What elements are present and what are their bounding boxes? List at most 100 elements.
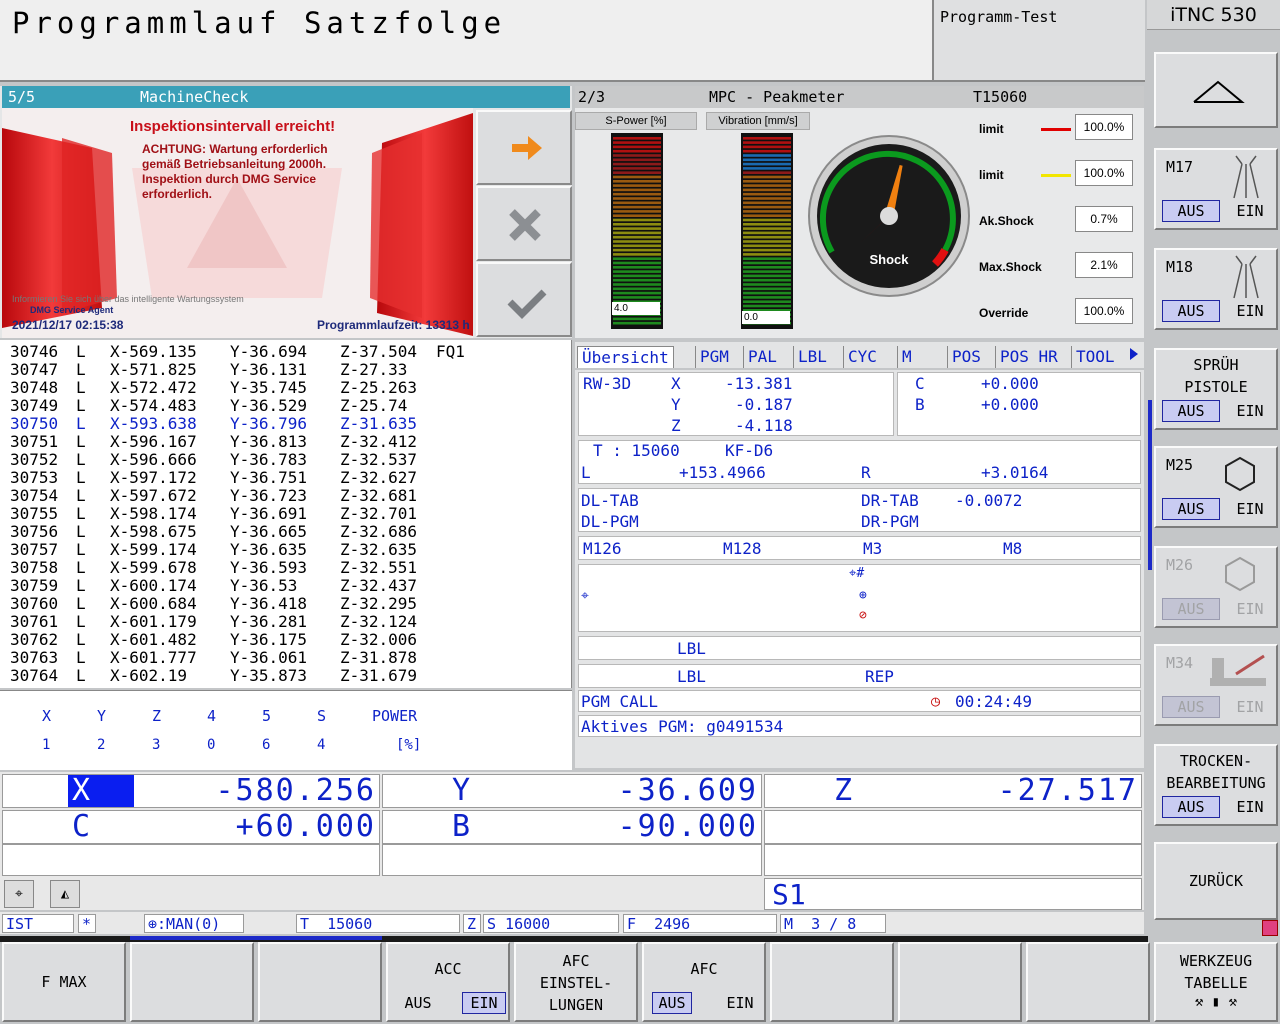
program-cell-n: 30758: [10, 558, 59, 577]
tab-pos-hr[interactable]: POS HR: [995, 346, 1062, 368]
y-label: Y: [671, 395, 681, 414]
program-line[interactable]: 30753 L X-597.172 Y-36.751 Z-32.627: [10, 469, 565, 487]
tilt-plane-icon[interactable]: ◭: [50, 880, 80, 908]
program-cell-y: Y-36.723: [230, 486, 308, 505]
back-softkey[interactable]: ZURÜCK: [1154, 842, 1278, 920]
program-line[interactable]: 30747 L X-571.825 Y-36.131 Z-27.33: [10, 361, 565, 379]
program-line[interactable]: 30762 L X-601.482 Y-36.175 Z-32.006: [10, 631, 565, 649]
peakmeter-segment: [613, 291, 661, 295]
pos-x-value: -580.256: [215, 773, 376, 808]
status-overview: RW-3D X -13.381 Y -0.187 Z -4.118 C +0.0…: [575, 370, 1144, 768]
axis-summary-value: 0: [207, 737, 216, 753]
tab-pos[interactable]: POS: [947, 346, 985, 368]
fmax-softkey[interactable]: F MAX: [2, 942, 126, 1022]
program-line[interactable]: 30757 L X-599.174 Y-36.635 Z-32.635: [10, 541, 565, 559]
program-line[interactable]: 30760 L X-600.684 Y-36.418 Z-32.295: [10, 595, 565, 613]
tab-pgm[interactable]: PGM: [695, 346, 733, 368]
afc-softkey[interactable]: AFC AUS EIN: [642, 942, 766, 1022]
m26-softkey[interactable]: M26 AUS EIN: [1154, 546, 1278, 628]
tab-scroll-right-icon[interactable]: [1130, 348, 1138, 360]
program-line[interactable]: 30748 L X-572.472 Y-35.745 Z-25.263: [10, 379, 565, 397]
program-line[interactable]: 30754 L X-597.672 Y-36.723 Z-32.681: [10, 487, 565, 505]
header: Programmlauf Satzfolge: [0, 0, 932, 82]
peakmeter-segment: [613, 317, 661, 321]
tab-pal[interactable]: PAL: [743, 346, 781, 368]
program-cell-t: L: [76, 630, 86, 649]
program-line[interactable]: 30755 L X-598.174 Y-36.691 Z-32.701: [10, 505, 565, 523]
program-cell-z: Z-32.412: [340, 432, 418, 451]
program-cell-t: L: [76, 342, 86, 361]
pos-y-label: Y: [452, 773, 471, 808]
dry-ein: EIN: [1236, 798, 1264, 816]
datum-icon[interactable]: ⌖: [4, 880, 34, 908]
spray-gun-softkey[interactable]: SPRÜH PISTOLE AUS EIN: [1154, 348, 1278, 430]
tool-name: KF-D6: [725, 441, 774, 460]
empty-softkey-2[interactable]: [130, 942, 254, 1022]
program-cell-y: Y-36.751: [230, 468, 308, 487]
tab-übersicht[interactable]: Übersicht: [577, 346, 674, 368]
acc-softkey[interactable]: ACC AUS EIN: [386, 942, 510, 1022]
program-line[interactable]: 30749 L X-574.483 Y-36.529 Z-25.74: [10, 397, 565, 415]
next-button[interactable]: [476, 110, 572, 185]
tab-cyc[interactable]: CYC: [843, 346, 881, 368]
program-line[interactable]: 30759 L X-600.174 Y-36.53 Z-32.437: [10, 577, 565, 595]
program-cell-t: L: [76, 360, 86, 379]
pgm-call-label: PGM CALL: [581, 692, 659, 711]
program-line[interactable]: 30763 L X-601.777 Y-36.061 Z-31.878: [10, 649, 565, 667]
peakmeter-segment: [613, 287, 661, 291]
program-cell-t: L: [76, 576, 86, 595]
empty-softkey-8[interactable]: [898, 942, 1022, 1022]
program-line-active[interactable]: 30750 L X-593.638 Y-36.796 Z-31.635: [10, 415, 565, 433]
peakmeter-segment: [743, 188, 791, 192]
afc-settings-softkey[interactable]: AFC EINSTEL- LUNGEN: [514, 942, 638, 1022]
m17-softkey[interactable]: M17 AUS EIN: [1154, 148, 1278, 230]
program-cell-z: Z-32.686: [340, 522, 418, 541]
program-line[interactable]: 30751 L X-596.167 Y-36.813 Z-32.412: [10, 433, 565, 451]
empty-softkey-7[interactable]: [770, 942, 894, 1022]
blow-off-icon: [1210, 654, 1266, 686]
override-label: Override: [979, 306, 1029, 320]
program-line[interactable]: 30756 L X-598.675 Y-36.665 Z-32.686: [10, 523, 565, 541]
program-cell-x: X-597.672: [110, 486, 197, 505]
coolant-nozzle-icon: [1233, 155, 1259, 199]
m34-softkey[interactable]: M34 AUS EIN: [1154, 644, 1278, 726]
confirm-button[interactable]: [476, 262, 572, 337]
reject-button[interactable]: [476, 186, 572, 261]
peakmeter-segment: [613, 205, 661, 209]
program-cell-n: 30762: [10, 630, 59, 649]
program-cell-t: L: [76, 432, 86, 451]
program-cell-z: Z-32.551: [340, 558, 418, 577]
page-up-softkey[interactable]: [1154, 52, 1278, 128]
peakmeter-segment: [743, 287, 791, 291]
mpc-peakmeter-panel: 2/3 MPC - Peakmeter T15060 S-Power [%] V…: [575, 86, 1144, 338]
empty-softkey-3[interactable]: [258, 942, 382, 1022]
ak-shock-value: 0.7%: [1075, 206, 1133, 232]
empty-softkey-9[interactable]: [1026, 942, 1150, 1022]
m25-softkey[interactable]: M25 AUS EIN: [1154, 446, 1278, 528]
axis-summary-value: 6: [262, 737, 271, 753]
program-line[interactable]: 30761 L X-601.179 Y-36.281 Z-32.124: [10, 613, 565, 631]
dry-machining-softkey[interactable]: TROCKEN- BEARBEITUNG AUS EIN: [1154, 744, 1278, 826]
tab-lbl[interactable]: LBL: [793, 346, 831, 368]
b-label: B: [915, 395, 925, 414]
program-cell-t: L: [76, 666, 86, 685]
program-line[interactable]: 30758 L X-599.678 Y-36.593 Z-32.551: [10, 559, 565, 577]
tab-tool[interactable]: TOOL: [1071, 346, 1119, 368]
peakmeter-segment: [743, 158, 791, 162]
m18-softkey[interactable]: M18 AUS EIN: [1154, 248, 1278, 330]
program-cell-x: X-601.482: [110, 630, 197, 649]
program-listing[interactable]: 30746 L X-569.135 Y-36.694 Z-37.504 FQ1 30747 L…: [0, 340, 572, 688]
program-cell-z: Z-32.437: [340, 576, 418, 595]
tab-m[interactable]: M: [897, 346, 916, 368]
tool-table-softkey[interactable]: WERKZEUG TABELLE ⚒ ▮ ⚒: [1154, 942, 1278, 1022]
program-line[interactable]: 30764 L X-602.19 Y-35.873 Z-31.679: [10, 667, 565, 685]
program-cell-x: X-593.638: [110, 414, 197, 433]
peakmeter-segment: [743, 171, 791, 174]
program-line[interactable]: 30752 L X-596.666 Y-36.783 Z-32.537: [10, 451, 565, 469]
peakmeter-segment: [743, 270, 791, 273]
program-line[interactable]: 30746 L X-569.135 Y-36.694 Z-37.504 FQ1: [10, 343, 565, 361]
peakmeter-segment: [743, 180, 791, 183]
program-cell-z: Z-32.627: [340, 468, 418, 487]
program-cell-y: Y-36.061: [230, 648, 308, 667]
alarm-icon[interactable]: [1262, 920, 1278, 936]
